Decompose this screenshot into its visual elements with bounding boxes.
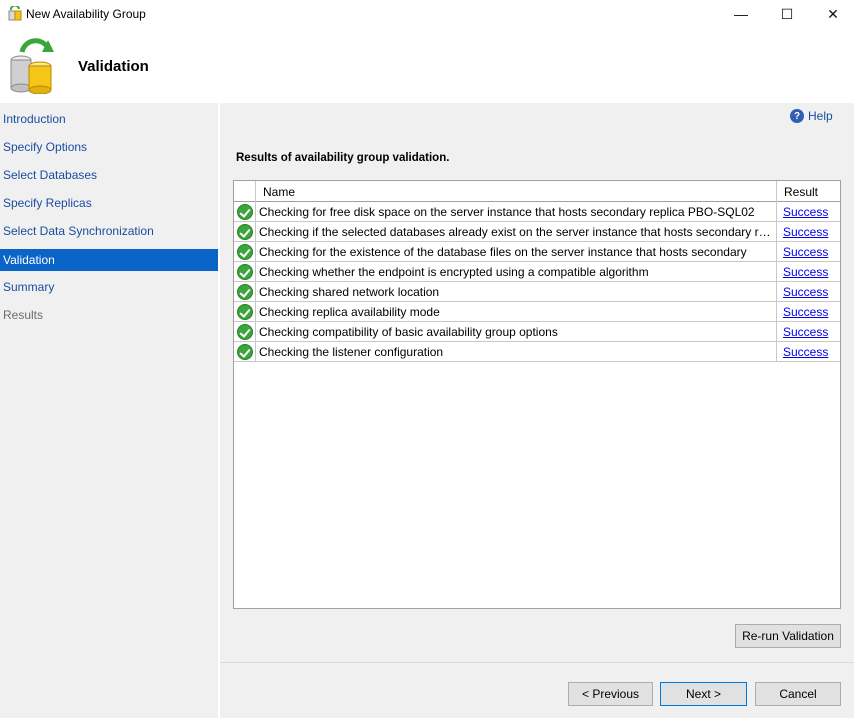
row-name: Checking for free disk space on the serv… xyxy=(259,205,755,219)
table-row[interactable]: Checking for the existence of the databa… xyxy=(234,242,840,262)
success-check-icon xyxy=(237,264,253,280)
window-title: New Availability Group xyxy=(26,7,146,21)
nav-item-select-data-synchronization[interactable]: Select Data Synchronization xyxy=(0,220,218,242)
nav-item-introduction[interactable]: Introduction xyxy=(0,108,218,130)
help-icon: ? xyxy=(790,109,804,123)
success-check-icon xyxy=(237,244,253,260)
table-row[interactable]: Checking shared network location Success xyxy=(234,282,840,302)
result-link[interactable]: Success xyxy=(783,205,828,219)
grid-header: Name Result xyxy=(234,181,840,202)
success-check-icon xyxy=(237,304,253,320)
close-button[interactable]: ✕ xyxy=(810,0,854,28)
success-check-icon xyxy=(237,224,253,240)
row-name: Checking the listener configuration xyxy=(259,345,444,359)
column-header-name[interactable]: Name xyxy=(263,185,295,199)
wizard-nav: Introduction Specify Options Select Data… xyxy=(0,103,218,718)
row-name: Checking replica availability mode xyxy=(259,305,440,319)
validation-results-grid: Name Result Checking for free disk space… xyxy=(233,180,841,609)
column-header-result[interactable]: Result xyxy=(784,185,818,199)
row-name: Checking for the existence of the databa… xyxy=(259,245,747,259)
help-label: Help xyxy=(808,109,833,123)
footer-divider xyxy=(220,662,854,663)
minimize-button[interactable]: — xyxy=(718,0,764,28)
row-name: Checking shared network location xyxy=(259,285,440,299)
success-check-icon xyxy=(237,344,253,360)
results-label: Results of availability group validation… xyxy=(236,152,450,164)
result-link[interactable]: Success xyxy=(783,265,828,279)
help-link[interactable]: ? Help xyxy=(790,108,833,124)
next-button[interactable]: Next > xyxy=(660,682,747,706)
previous-button[interactable]: < Previous xyxy=(568,682,653,706)
result-link[interactable]: Success xyxy=(783,345,828,359)
row-name: Checking compatibility of basic availabi… xyxy=(259,325,558,339)
nav-item-select-databases[interactable]: Select Databases xyxy=(0,164,218,186)
table-row[interactable]: Checking if the selected databases alrea… xyxy=(234,222,840,242)
result-link[interactable]: Success xyxy=(783,325,828,339)
table-row[interactable]: Checking the listener configuration Succ… xyxy=(234,342,840,362)
success-check-icon xyxy=(237,204,253,220)
success-check-icon xyxy=(237,284,253,300)
title-bar: New Availability Group — ☐ ✕ xyxy=(0,0,854,28)
table-row[interactable]: Checking whether the endpoint is encrypt… xyxy=(234,262,840,282)
wizard-header: Validation xyxy=(0,28,854,103)
row-name: Checking whether the endpoint is encrypt… xyxy=(259,265,649,279)
database-refresh-icon xyxy=(10,38,54,94)
success-check-icon xyxy=(237,324,253,340)
cancel-button[interactable]: Cancel xyxy=(755,682,841,706)
page-title: Validation xyxy=(78,58,149,75)
result-link[interactable]: Success xyxy=(783,305,828,319)
result-link[interactable]: Success xyxy=(783,245,828,259)
result-link[interactable]: Success xyxy=(783,225,828,239)
maximize-button[interactable]: ☐ xyxy=(764,0,810,28)
nav-item-summary[interactable]: Summary xyxy=(0,276,218,298)
nav-item-validation[interactable]: Validation xyxy=(0,249,218,271)
nav-item-results: Results xyxy=(3,308,44,322)
result-link[interactable]: Success xyxy=(783,285,828,299)
table-row[interactable]: Checking compatibility of basic availabi… xyxy=(234,322,840,342)
row-name: Checking if the selected databases alrea… xyxy=(259,225,774,239)
nav-item-specify-options[interactable]: Specify Options xyxy=(0,136,218,158)
rerun-validation-button[interactable]: Re-run Validation xyxy=(735,624,841,648)
app-icon xyxy=(8,6,22,21)
main-panel: ? Help Results of availability group val… xyxy=(220,103,854,718)
table-row[interactable]: Checking for free disk space on the serv… xyxy=(234,202,840,222)
table-row[interactable]: Checking replica availability mode Succe… xyxy=(234,302,840,322)
nav-item-specify-replicas[interactable]: Specify Replicas xyxy=(0,192,218,214)
